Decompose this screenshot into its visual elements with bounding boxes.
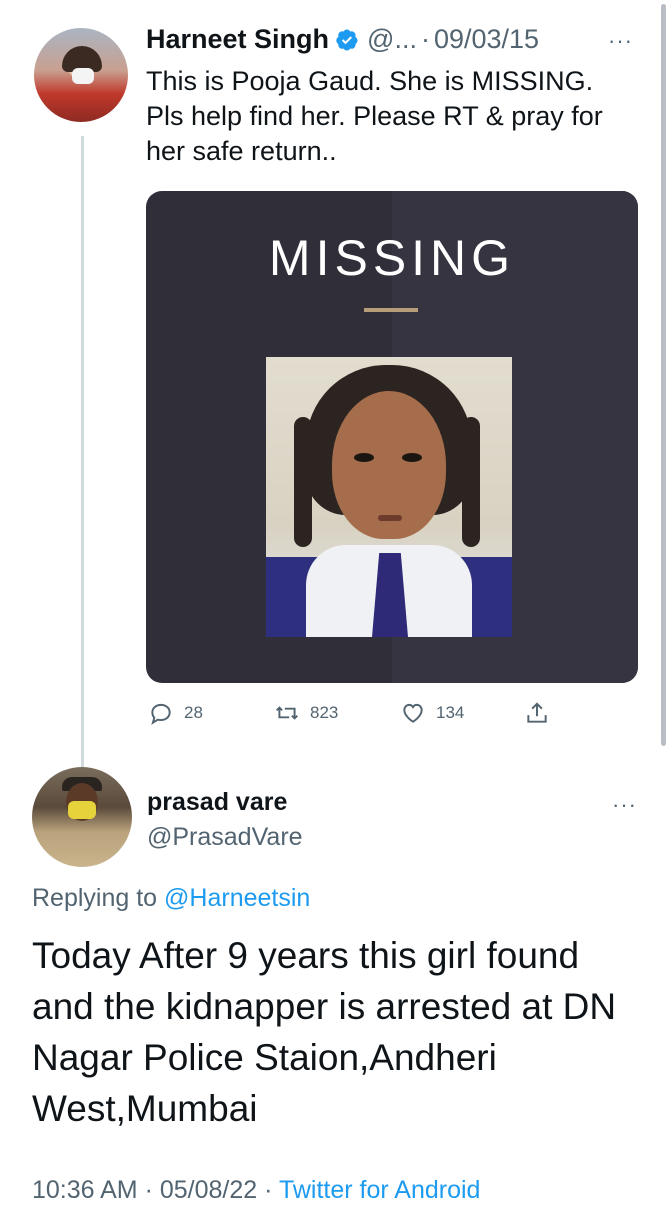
tweet-meta: 10:36 AM · 05/08/22 · Twitter for Androi… <box>32 1176 480 1205</box>
retweet-count: 823 <box>310 703 339 722</box>
tweet-header: Harneet Singh @... · 09/03/15 <box>146 24 539 55</box>
author-handle[interactable]: @PrasadVare <box>147 823 303 852</box>
more-options-icon[interactable]: ··· <box>612 792 637 818</box>
share-icon <box>527 702 547 723</box>
avatar-mask <box>72 68 94 84</box>
photo-eye-left <box>354 453 374 462</box>
replying-to-line: Replying to @Harneetsin <box>32 884 310 913</box>
photo-eye-right <box>402 453 422 462</box>
tweet-text: This is Pooja Gaud. She is MISSING. Pls … <box>146 66 603 166</box>
reply-icon <box>151 703 171 725</box>
author-handle[interactable]: @... <box>367 24 417 55</box>
verified-badge-icon <box>336 29 358 51</box>
photo-braid-right <box>462 417 480 547</box>
avatar-mask <box>68 801 96 819</box>
tweet-actions-bar: 28 823 134 <box>146 700 566 730</box>
avatar[interactable] <box>34 28 128 122</box>
more-options-icon[interactable]: ··· <box>608 28 633 54</box>
like-count: 134 <box>436 703 465 722</box>
separator-dot: · <box>420 24 430 54</box>
like-button[interactable]: 134 <box>400 700 464 726</box>
heart-icon <box>403 703 423 723</box>
tweet-media-card[interactable]: MISSING <box>146 191 638 683</box>
tweet-date[interactable]: 09/03/15 <box>434 24 539 55</box>
tweet-text: Today After 9 years this girl found and … <box>32 935 617 1129</box>
author-name[interactable]: prasad vare <box>147 788 287 817</box>
missing-heading: MISSING <box>268 230 516 286</box>
share-button[interactable] <box>524 700 560 726</box>
photo-mouth <box>378 515 402 521</box>
thread-connector-line <box>81 136 84 770</box>
retweet-icon <box>276 706 298 720</box>
replying-to-mention[interactable]: @Harneetsin <box>164 884 310 912</box>
reply-button[interactable]: 28 <box>148 700 203 726</box>
photo-braid-left <box>294 417 312 547</box>
scrollbar[interactable] <box>661 4 666 746</box>
heading-divider <box>364 308 418 312</box>
missing-child-photo <box>266 357 512 637</box>
replying-to-prefix: Replying to <box>32 884 158 912</box>
avatar[interactable] <box>32 767 132 867</box>
author-name[interactable]: Harneet Singh <box>146 24 329 55</box>
retweet-button[interactable]: 823 <box>274 700 338 726</box>
reply-count: 28 <box>184 703 203 722</box>
